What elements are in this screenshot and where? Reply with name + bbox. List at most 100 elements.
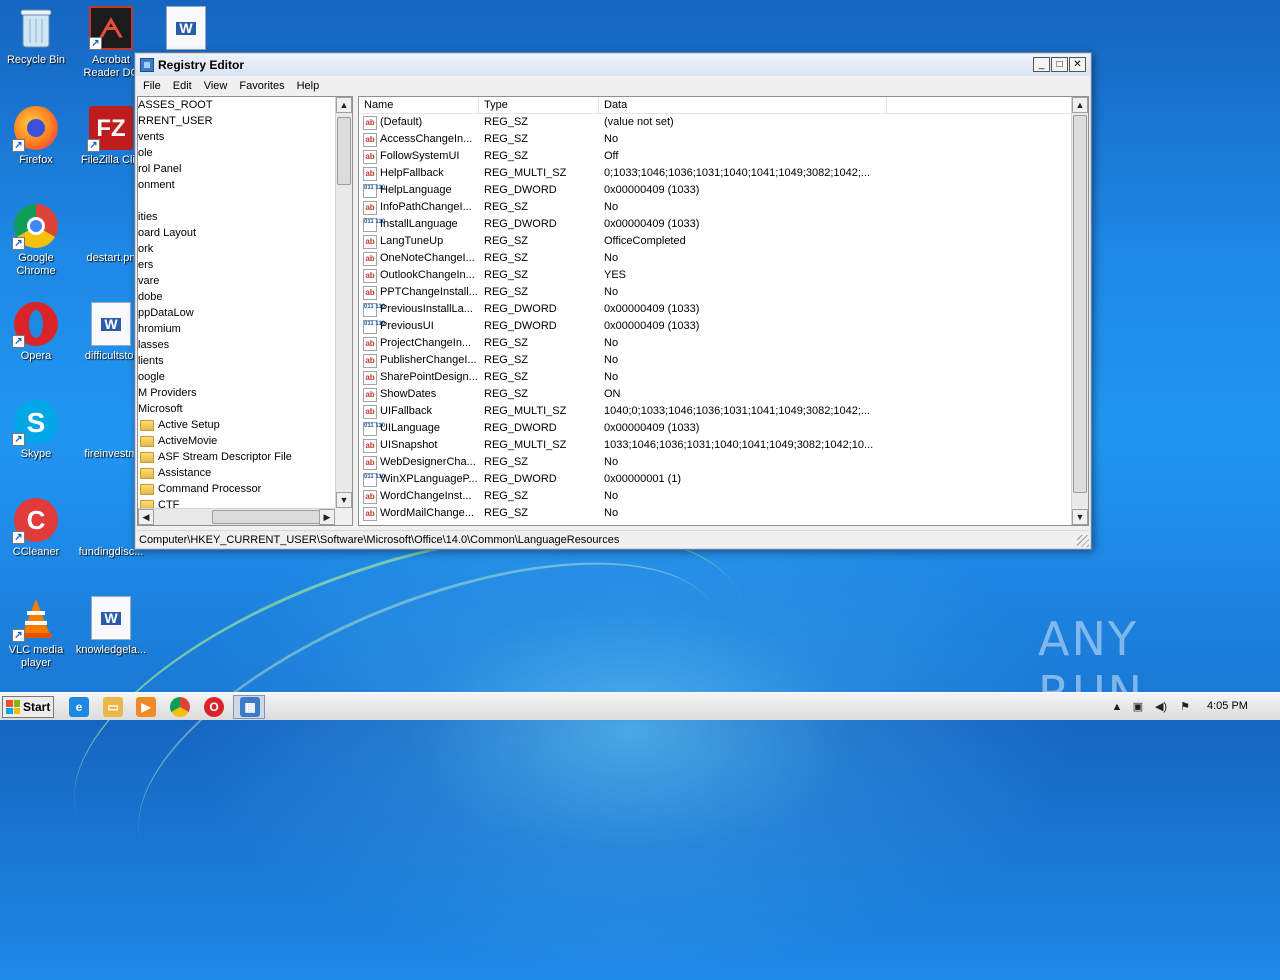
shortcut-arrow-icon: ↗ xyxy=(89,37,102,50)
clock[interactable]: 4:05 PM xyxy=(1207,700,1248,712)
close-button[interactable]: ✕ xyxy=(1069,57,1086,72)
tree-node[interactable]: Command Processor xyxy=(138,481,352,497)
tree-node[interactable]: ASSES_ROOT xyxy=(138,97,352,113)
value-row[interactable]: ab WordChangeInst... REG_SZ No xyxy=(359,488,1071,505)
start-button[interactable]: Start xyxy=(2,696,54,718)
maximize-button[interactable]: □ xyxy=(1051,57,1068,72)
tree-node[interactable]: Active Setup xyxy=(138,417,352,433)
value-row[interactable]: ab SharePointDesign... REG_SZ No xyxy=(359,369,1071,386)
show-hidden-icons-chevron-icon[interactable]: ▲ xyxy=(1110,700,1124,714)
menu-help[interactable]: Help xyxy=(291,80,326,92)
tree-node[interactable]: vare xyxy=(138,273,352,289)
minimize-button[interactable]: _ xyxy=(1033,57,1050,72)
tree-vertical-scrollbar[interactable]: ▲ ▼ xyxy=(335,97,352,508)
tree-node[interactable]: ppDataLow xyxy=(138,305,352,321)
scroll-down-arrow-icon[interactable]: ▼ xyxy=(336,492,352,508)
desktop-icon-opera[interactable]: ↗ Opera xyxy=(0,302,72,363)
desktop-icon-recycle-bin[interactable]: Recycle Bin xyxy=(0,6,72,67)
scroll-thumb[interactable] xyxy=(337,117,351,185)
column-type[interactable]: Type xyxy=(479,97,599,114)
opera-icon[interactable]: O xyxy=(204,697,224,717)
list-vertical-scrollbar[interactable]: ▲ ▼ xyxy=(1071,97,1088,525)
tree-node[interactable]: oogle xyxy=(138,369,352,385)
tree-node[interactable]: hromium xyxy=(138,321,352,337)
tree-node[interactable]: rol Panel xyxy=(138,161,352,177)
value-row[interactable]: ab InfoPathChangeI... REG_SZ No xyxy=(359,199,1071,216)
tree-node[interactable]: RRENT_USER xyxy=(138,113,352,129)
value-row[interactable]: ab FollowSystemUI REG_SZ Off xyxy=(359,148,1071,165)
desktop-icon-ccleaner[interactable]: C ↗ CCleaner xyxy=(0,498,72,559)
menu-favorites[interactable]: Favorites xyxy=(233,80,290,92)
value-row[interactable]: ab PublisherChangeI... REG_SZ No xyxy=(359,352,1071,369)
registry-editor-window[interactable]: Registry Editor _ □ ✕ File Edit View Fav… xyxy=(134,52,1092,550)
value-row[interactable]: ab WebDesignerCha... REG_SZ No xyxy=(359,454,1071,471)
value-row[interactable]: ab OneNoteChangeI... REG_SZ No xyxy=(359,250,1071,267)
tree-node[interactable]: ole xyxy=(138,145,352,161)
anyrun-watermark: ANY RUN xyxy=(1038,612,1142,720)
scroll-up-arrow-icon[interactable]: ▲ xyxy=(1072,97,1088,113)
scroll-left-arrow-icon[interactable]: ◀ xyxy=(138,509,154,525)
tree-node[interactable]: M Providers xyxy=(138,385,352,401)
explorer-icon[interactable]: ▭ xyxy=(103,697,123,717)
network-icon[interactable]: ▣ xyxy=(1131,700,1145,714)
tree-node[interactable]: ASF Stream Descriptor File xyxy=(138,449,352,465)
desktop-icon-firefox[interactable]: ↗ Firefox xyxy=(0,106,72,167)
tree-node[interactable]: ers xyxy=(138,257,352,273)
value-row[interactable]: ab WordMailChange... REG_SZ No xyxy=(359,505,1071,522)
column-data[interactable]: Data xyxy=(599,97,887,114)
action-center-flag-icon[interactable]: ⚑ xyxy=(1178,700,1192,714)
desktop-icon-chrome[interactable]: ↗ Google Chrome xyxy=(0,204,72,278)
value-row[interactable]: ab UIFallback REG_MULTI_SZ 1040;0;1033;1046… xyxy=(359,403,1071,420)
value-row[interactable]: ab OutlookChangeIn... REG_SZ YES xyxy=(359,267,1071,284)
scroll-right-arrow-icon[interactable]: ▶ xyxy=(319,509,335,525)
menu-file[interactable]: File xyxy=(137,80,167,92)
tree-node[interactable]: onment xyxy=(138,177,352,193)
desktop-icon-knowledgela[interactable]: W knowledgela... xyxy=(75,596,147,657)
value-row[interactable]: 011 110 PreviousUI REG_DWORD 0x00000409 (10… xyxy=(359,318,1071,335)
value-row[interactable]: 011 110 WinXPLanguageP... REG_DWORD 0x00000… xyxy=(359,471,1071,488)
scroll-thumb[interactable] xyxy=(212,510,320,524)
tree-node[interactable]: Assistance xyxy=(138,465,352,481)
tree-node[interactable]: ActiveMovie xyxy=(138,433,352,449)
column-name[interactable]: Name xyxy=(359,97,479,114)
value-row[interactable]: ab (Default) REG_SZ (value not set) xyxy=(359,114,1071,131)
tree-node[interactable]: ork xyxy=(138,241,352,257)
tree-horizontal-scrollbar[interactable]: ◀ ▶ xyxy=(138,508,335,525)
value-row[interactable]: ab ShowDates REG_SZ ON xyxy=(359,386,1071,403)
value-row[interactable]: 011 110 PreviousInstallLa... REG_DWORD 0x00… xyxy=(359,301,1071,318)
resize-grip-icon[interactable] xyxy=(1077,535,1089,547)
title-bar[interactable]: Registry Editor _ □ ✕ xyxy=(136,54,1090,76)
value-row[interactable]: ab AccessChangeIn... REG_SZ No xyxy=(359,131,1071,148)
media-player-icon[interactable]: ▶ xyxy=(136,697,156,717)
value-row[interactable]: ab UISnapshot REG_MULTI_SZ 1033;1046;1036;1… xyxy=(359,437,1071,454)
desktop-icon-vlc[interactable]: ↗ VLC media player xyxy=(0,596,72,670)
taskbar-regedit-button[interactable]: ▦ xyxy=(233,695,265,719)
scroll-up-arrow-icon[interactable]: ▲ xyxy=(336,97,352,113)
value-row[interactable]: ab PPTChangeInstall... REG_SZ No xyxy=(359,284,1071,301)
volume-icon[interactable]: ◀) xyxy=(1154,700,1168,714)
value-row[interactable]: 011 110 HelpLanguage REG_DWORD 0x00000409 (… xyxy=(359,182,1071,199)
scroll-thumb[interactable] xyxy=(1073,115,1087,493)
values-list-pane[interactable]: Name Type Data ab (Default) REG_SZ (value n… xyxy=(358,96,1089,526)
desktop-icon-word-doc[interactable]: W xyxy=(150,6,222,54)
value-row[interactable]: 011 110 UILanguage REG_DWORD 0x00000409 (10… xyxy=(359,420,1071,437)
tree-node[interactable]: Microsoft xyxy=(138,401,352,417)
tree-node[interactable]: oard Layout xyxy=(138,225,352,241)
scroll-down-arrow-icon[interactable]: ▼ xyxy=(1072,509,1088,525)
tree-node[interactable]: lasses xyxy=(138,337,352,353)
desktop-icon-skype[interactable]: S ↗ Skype xyxy=(0,400,72,461)
tree-node[interactable]: ities xyxy=(138,209,352,225)
tree-node[interactable]: lients xyxy=(138,353,352,369)
menu-view[interactable]: View xyxy=(198,80,234,92)
menu-edit[interactable]: Edit xyxy=(167,80,198,92)
tree-node[interactable] xyxy=(138,193,352,209)
value-row[interactable]: ab ProjectChangeIn... REG_SZ No xyxy=(359,335,1071,352)
tree-node[interactable]: vents xyxy=(138,129,352,145)
value-row[interactable]: ab HelpFallback REG_MULTI_SZ 0;1033;1046;10… xyxy=(359,165,1071,182)
value-row[interactable]: 011 110 InstallLanguage REG_DWORD 0x0000040… xyxy=(359,216,1071,233)
chrome-icon[interactable] xyxy=(170,697,190,717)
internet-explorer-icon[interactable]: e xyxy=(69,697,89,717)
tree-node[interactable]: dobe xyxy=(138,289,352,305)
key-tree-pane[interactable]: ASSES_ROOT RRENT_USER vents ole rol Panel onm… xyxy=(137,96,353,526)
value-row[interactable]: ab LangTuneUp REG_SZ OfficeCompleted xyxy=(359,233,1071,250)
